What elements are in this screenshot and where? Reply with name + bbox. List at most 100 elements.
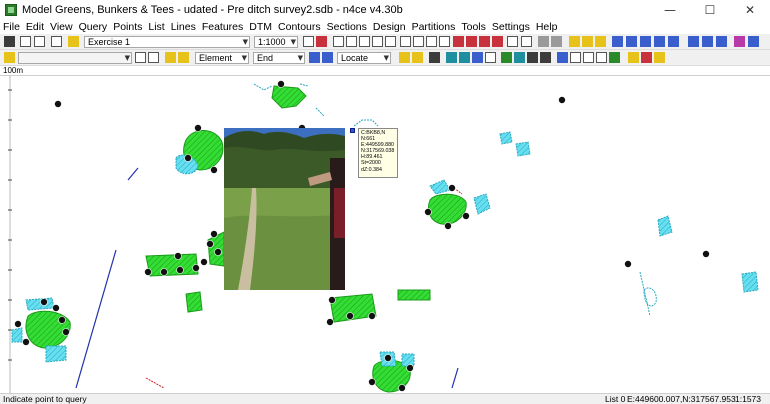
line-tool-b-icon[interactable] xyxy=(702,36,713,47)
undo-icon[interactable] xyxy=(538,36,549,47)
swap-icon[interactable] xyxy=(148,52,159,63)
tool-a-icon[interactable] xyxy=(569,36,580,47)
zoom-all-icon[interactable] xyxy=(372,36,383,47)
find-icon[interactable] xyxy=(507,36,518,47)
bunker-area[interactable] xyxy=(657,215,673,237)
element-select[interactable]: Element ▼ xyxy=(195,52,249,64)
zoom-window-icon[interactable] xyxy=(359,36,370,47)
height-icon[interactable] xyxy=(472,52,483,63)
menu-edit[interactable]: Edit xyxy=(23,21,47,33)
bunker-area[interactable] xyxy=(741,271,759,293)
bunker-area[interactable] xyxy=(401,353,415,367)
fit-a-icon[interactable] xyxy=(446,52,457,63)
check-icon[interactable] xyxy=(501,52,512,63)
menu-lines[interactable]: Lines xyxy=(168,21,199,33)
menu-contours[interactable]: Contours xyxy=(275,21,324,33)
point-tool-a-icon[interactable] xyxy=(626,36,637,47)
insert-icon[interactable] xyxy=(583,52,594,63)
pan-icon[interactable] xyxy=(439,36,450,47)
menu-tools[interactable]: Tools xyxy=(458,21,489,33)
add-point-icon[interactable] xyxy=(612,36,623,47)
boundary-line[interactable] xyxy=(75,249,117,389)
close-icon[interactable]: ✕ xyxy=(730,0,770,20)
boundary-line[interactable] xyxy=(451,367,459,389)
save-icon[interactable] xyxy=(4,36,15,47)
area-icon[interactable] xyxy=(654,52,665,63)
menu-view[interactable]: View xyxy=(47,21,76,33)
green-area[interactable] xyxy=(271,85,307,109)
locate-select[interactable]: Locate ▼ xyxy=(337,52,391,64)
camera-icon[interactable] xyxy=(429,52,440,63)
green-area[interactable] xyxy=(428,193,467,225)
zoom-extents-icon[interactable] xyxy=(385,36,396,47)
bunker-area[interactable] xyxy=(429,179,451,195)
point-tool-d-icon[interactable] xyxy=(668,36,679,47)
minimize-icon[interactable]: — xyxy=(650,0,690,20)
first-record-icon[interactable] xyxy=(453,36,464,47)
prev-record-icon[interactable] xyxy=(466,36,477,47)
bunker-area[interactable] xyxy=(11,327,23,343)
print-preview-icon[interactable] xyxy=(34,36,45,47)
image-tool-icon[interactable] xyxy=(527,52,538,63)
fit-b-icon[interactable] xyxy=(459,52,470,63)
feature-line[interactable] xyxy=(299,83,309,87)
pencil-icon[interactable] xyxy=(135,52,146,63)
point-tool-c-icon[interactable] xyxy=(654,36,665,47)
zoom-prev-icon[interactable] xyxy=(400,36,411,47)
zoom-point-icon[interactable] xyxy=(426,36,437,47)
bunker-area[interactable] xyxy=(499,131,513,145)
tool-b-icon[interactable] xyxy=(582,36,593,47)
point-tool-b-icon[interactable] xyxy=(640,36,651,47)
feature-line[interactable] xyxy=(353,119,379,127)
text-tool-icon[interactable] xyxy=(734,36,745,47)
menu-dtm[interactable]: DTM xyxy=(246,21,275,33)
stairs-icon[interactable] xyxy=(570,52,581,63)
grid-icon[interactable] xyxy=(303,36,314,47)
bunker-area[interactable] xyxy=(45,345,67,363)
feature-line[interactable] xyxy=(145,377,165,389)
edit-icon[interactable] xyxy=(596,52,607,63)
tool-c-icon[interactable] xyxy=(595,36,606,47)
survey-photo[interactable] xyxy=(224,128,345,290)
last-record-icon[interactable] xyxy=(492,36,503,47)
menu-help[interactable]: Help xyxy=(533,21,561,33)
menu-settings[interactable]: Settings xyxy=(489,21,533,33)
print-icon[interactable] xyxy=(20,36,31,47)
drawing-canvas[interactable]: C:BKB8,N N:661 E:449599.880 N:317569.038… xyxy=(0,76,770,393)
snap-a-icon[interactable] xyxy=(309,52,320,63)
feature-line[interactable] xyxy=(315,107,325,117)
end-select[interactable]: End ▼ xyxy=(253,52,305,64)
key-icon[interactable] xyxy=(68,36,79,47)
font-larger-icon[interactable] xyxy=(165,52,176,63)
green-area[interactable] xyxy=(145,253,199,277)
cancel-redraw-icon[interactable] xyxy=(316,36,327,47)
scale-select[interactable]: 1:1000 ▼ xyxy=(254,36,298,48)
copy-icon[interactable] xyxy=(51,36,62,47)
text-insert-icon[interactable] xyxy=(557,52,568,63)
feature-line[interactable] xyxy=(639,271,651,317)
menu-points[interactable]: Points xyxy=(110,21,145,33)
next-record-icon[interactable] xyxy=(479,36,490,47)
feature-line[interactable] xyxy=(253,83,273,91)
grid-tool-icon[interactable] xyxy=(540,52,551,63)
box-icon[interactable] xyxy=(628,52,639,63)
menu-query[interactable]: Query xyxy=(76,21,111,33)
menu-list[interactable]: List xyxy=(145,21,167,33)
feature-select[interactable]: ▼ xyxy=(18,52,132,64)
green-area[interactable] xyxy=(185,291,203,313)
exercise-select[interactable]: Exercise 1 ▼ xyxy=(84,36,250,48)
menu-sections[interactable]: Sections xyxy=(324,21,370,33)
font-smaller-icon[interactable] xyxy=(178,52,189,63)
layer-icon[interactable] xyxy=(4,52,15,63)
menu-file[interactable]: File xyxy=(0,21,23,33)
tick-icon[interactable] xyxy=(609,52,620,63)
redo-icon[interactable] xyxy=(551,36,562,47)
menu-features[interactable]: Features xyxy=(199,21,246,33)
line-tool-a-icon[interactable] xyxy=(688,36,699,47)
bunker-area[interactable] xyxy=(515,141,531,157)
paste-layer-icon[interactable] xyxy=(412,52,423,63)
snap-b-icon[interactable] xyxy=(322,52,333,63)
menu-partitions[interactable]: Partitions xyxy=(409,21,459,33)
copy-layer-icon[interactable] xyxy=(399,52,410,63)
query-point-marker[interactable] xyxy=(350,128,355,133)
